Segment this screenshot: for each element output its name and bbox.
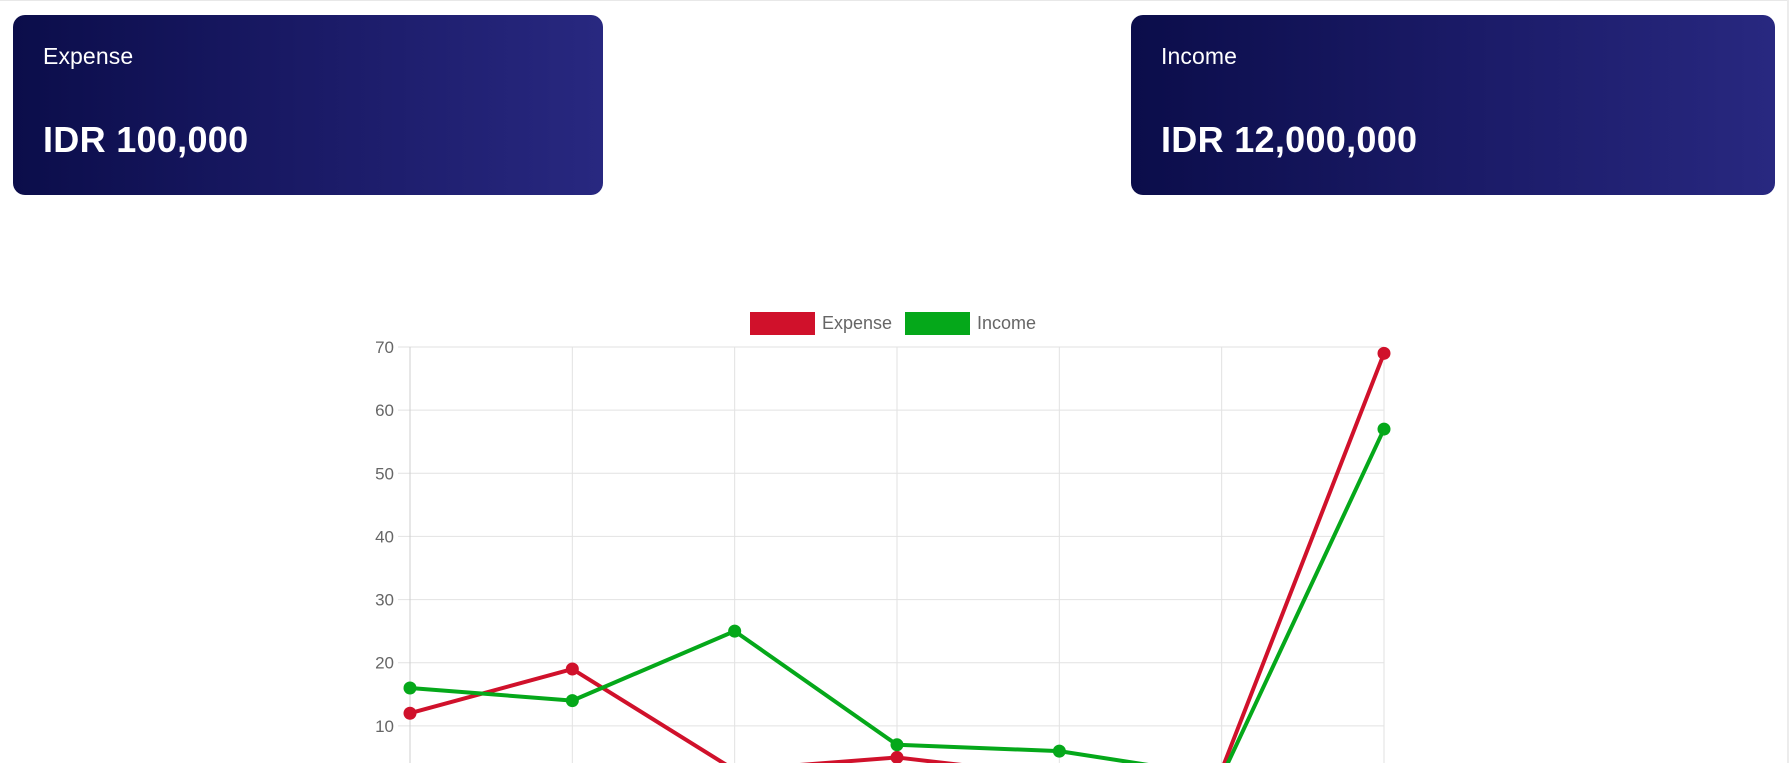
legend-label-expense[interactable]: Expense bbox=[822, 313, 892, 333]
y-tick-label: 30 bbox=[375, 591, 394, 610]
data-point-income bbox=[1052, 744, 1066, 758]
legend-label-income[interactable]: Income bbox=[977, 313, 1036, 333]
chart-grid bbox=[398, 346, 1385, 763]
data-point-income bbox=[1377, 422, 1391, 436]
y-tick-label: 60 bbox=[375, 401, 394, 420]
expense-income-line-chart: 10 20 30 40 50 60 70 Expense Income bbox=[375, 312, 1391, 763]
y-tick-label: 70 bbox=[375, 338, 394, 357]
data-point-income bbox=[403, 681, 417, 695]
data-point-expense bbox=[890, 750, 904, 763]
dashboard-page: Expense IDR 100,000 Income IDR 12,000,00… bbox=[0, 0, 1789, 763]
data-point-expense bbox=[565, 662, 579, 676]
data-point-income bbox=[565, 694, 579, 708]
data-point-expense bbox=[403, 706, 417, 720]
legend-swatch-income[interactable] bbox=[905, 312, 970, 335]
y-tick-label: 50 bbox=[375, 464, 394, 483]
data-point-income bbox=[728, 624, 742, 638]
y-tick-label: 40 bbox=[375, 527, 394, 546]
y-tick-label: 20 bbox=[375, 654, 394, 673]
legend-swatch-expense[interactable] bbox=[750, 312, 815, 335]
data-point-expense bbox=[1377, 346, 1391, 360]
y-tick-label: 10 bbox=[375, 717, 394, 736]
y-axis-ticks: 10 20 30 40 50 60 70 bbox=[375, 338, 394, 736]
data-point-income bbox=[890, 738, 904, 752]
chart-legend[interactable]: Expense Income bbox=[750, 312, 1036, 335]
